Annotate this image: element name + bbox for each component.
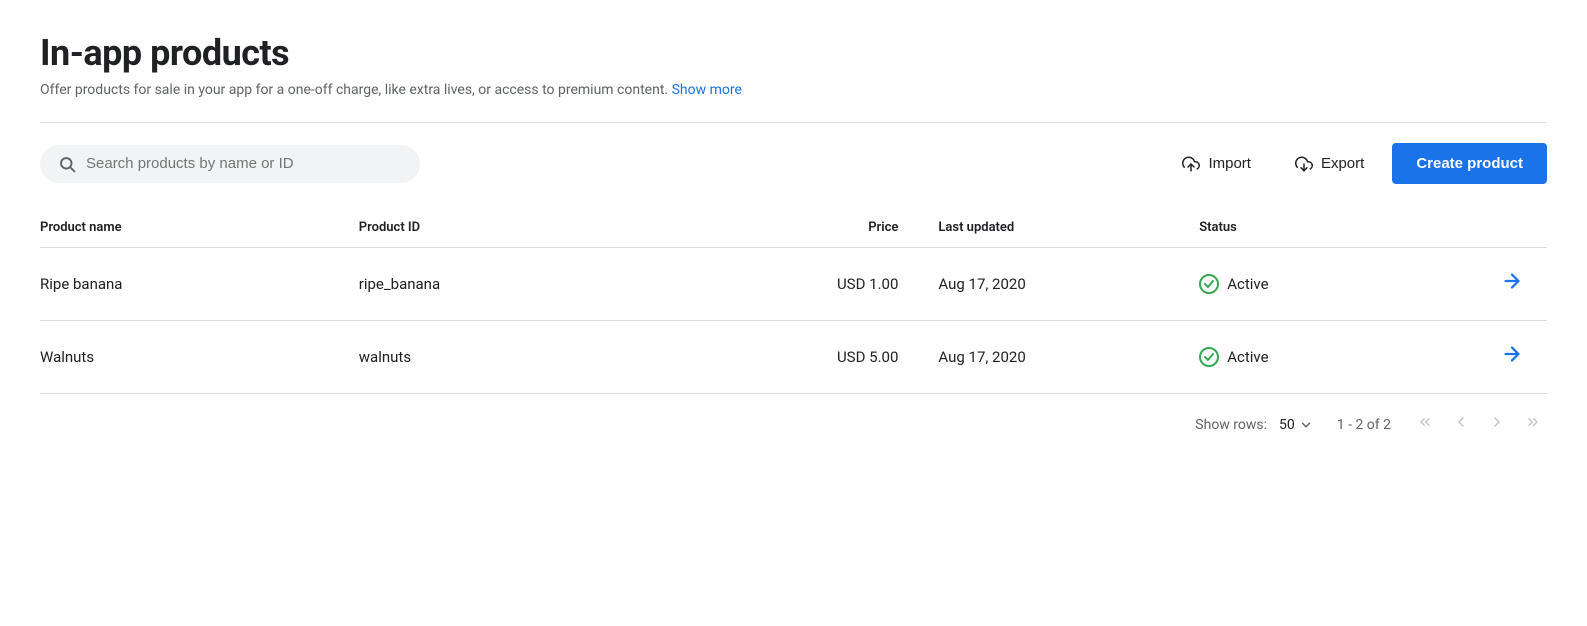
product-name-cell: Ripe banana [40, 248, 359, 321]
col-header-name: Product name [40, 212, 359, 248]
export-icon [1295, 155, 1313, 173]
search-input[interactable] [86, 155, 402, 172]
col-header-id: Product ID [359, 212, 707, 248]
first-page-button[interactable] [1411, 410, 1439, 439]
product-price-cell: USD 1.00 [707, 248, 939, 321]
create-product-button[interactable]: Create product [1392, 143, 1547, 184]
product-name-cell: Walnuts [40, 321, 359, 394]
col-header-status: Status [1199, 212, 1460, 248]
active-status-icon [1199, 347, 1219, 367]
rows-per-page-value: 50 [1279, 417, 1295, 433]
table-header: Product name Product ID Price Last updat… [40, 212, 1547, 248]
toolbar: Import Export Create product [40, 143, 1547, 184]
row-arrow-cell[interactable] [1460, 248, 1547, 321]
product-updated-cell: Aug 17, 2020 [938, 321, 1199, 394]
pagination-row: Show rows: 50 1 - 2 of 2 [40, 394, 1547, 447]
product-price-cell: USD 5.00 [707, 321, 939, 394]
next-page-icon [1489, 414, 1505, 430]
page-info: 1 - 2 of 2 [1337, 417, 1391, 433]
prev-page-icon [1453, 414, 1469, 430]
arrow-right-icon [1501, 343, 1523, 365]
last-page-icon [1525, 414, 1541, 430]
status-label: Active [1227, 275, 1268, 293]
section-divider [40, 122, 1547, 123]
export-label: Export [1321, 155, 1364, 172]
active-status-icon [1199, 274, 1219, 294]
prev-page-button[interactable] [1447, 410, 1475, 439]
page-title: In-app products [40, 32, 1547, 74]
product-id-cell: ripe_banana [359, 248, 707, 321]
product-id-cell: walnuts [359, 321, 707, 394]
col-header-updated: Last updated [938, 212, 1199, 248]
rows-per-page-selector[interactable]: 50 [1275, 415, 1317, 435]
product-updated-cell: Aug 17, 2020 [938, 248, 1199, 321]
table-row[interactable]: Walnuts walnuts USD 5.00 Aug 17, 2020 Ac… [40, 321, 1547, 394]
search-box[interactable] [40, 145, 420, 183]
status-badge: Active [1199, 347, 1444, 367]
first-page-icon [1417, 414, 1433, 430]
row-navigate-button[interactable] [1493, 339, 1531, 375]
import-label: Import [1208, 155, 1251, 172]
page-subtitle: Offer products for sale in your app for … [40, 82, 1547, 98]
last-page-button[interactable] [1519, 410, 1547, 439]
export-button[interactable]: Export [1279, 145, 1380, 183]
show-more-link[interactable]: Show more [672, 82, 742, 98]
show-rows-label: Show rows: [1195, 417, 1267, 433]
next-page-button[interactable] [1483, 410, 1511, 439]
status-badge: Active [1199, 274, 1444, 294]
import-button[interactable]: Import [1166, 145, 1267, 183]
col-header-action [1460, 212, 1547, 248]
row-arrow-cell[interactable] [1460, 321, 1547, 394]
product-status-cell: Active [1199, 248, 1460, 321]
dropdown-icon [1299, 418, 1313, 432]
arrow-right-icon [1501, 270, 1523, 292]
table-body: Ripe banana ripe_banana USD 1.00 Aug 17,… [40, 248, 1547, 394]
row-navigate-button[interactable] [1493, 266, 1531, 302]
import-icon [1182, 155, 1200, 173]
status-label: Active [1227, 348, 1268, 366]
col-header-price: Price [707, 212, 939, 248]
product-status-cell: Active [1199, 321, 1460, 394]
page-container: In-app products Offer products for sale … [0, 0, 1587, 471]
products-table: Product name Product ID Price Last updat… [40, 212, 1547, 394]
table-row[interactable]: Ripe banana ripe_banana USD 1.00 Aug 17,… [40, 248, 1547, 321]
search-icon [58, 155, 76, 173]
